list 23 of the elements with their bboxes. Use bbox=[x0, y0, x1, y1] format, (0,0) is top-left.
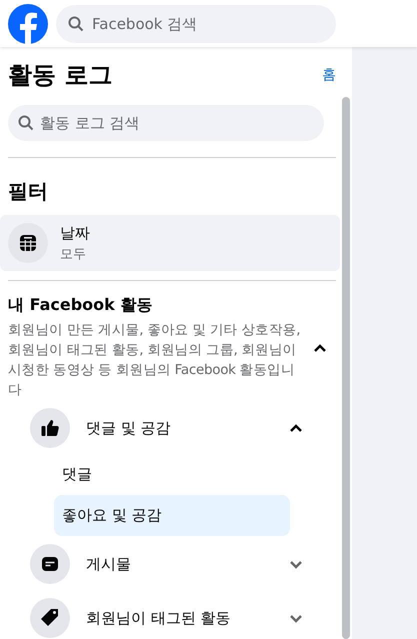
subcategory-item[interactable]: 좋아요 및 공감 bbox=[54, 495, 290, 536]
panel-title: 활동 로그 bbox=[8, 60, 112, 91]
home-link[interactable]: 홈 bbox=[322, 66, 336, 84]
search-icon bbox=[68, 16, 84, 32]
tag-icon bbox=[40, 608, 60, 628]
category-item[interactable]: 게시물 bbox=[0, 538, 340, 590]
calendar-icon bbox=[18, 233, 38, 253]
section-title: 필터 bbox=[7, 178, 49, 205]
subcategory-item[interactable]: 댓글 bbox=[54, 454, 290, 495]
post-icon bbox=[40, 554, 60, 574]
search-field[interactable]: Facebook 검색 bbox=[56, 4, 336, 42]
section-title: 내 Facebook 활동 bbox=[8, 295, 154, 316]
filter-value: 모두 bbox=[60, 246, 87, 262]
category-item[interactable]: 회원님이 태그된 활동 bbox=[0, 592, 340, 639]
scrollbar-thumb[interactable] bbox=[342, 97, 350, 639]
section-description: 회원님이 만든 게시물, 좋아요 및 기타 상호작용, 회원님이 태그된 활동, 회원님의 그룹, 회원님이 시청한 동영상 등 회원님의 Facebook 활동입니다 bbox=[8, 321, 302, 400]
search-field[interactable]: 활동 로그 검색 bbox=[8, 105, 324, 141]
logo-icon[interactable] bbox=[8, 4, 48, 44]
search-icon bbox=[18, 115, 34, 131]
category-item[interactable]: 댓글 및 공감 bbox=[0, 402, 340, 454]
thumbs-up-icon bbox=[40, 418, 60, 438]
filter-item[interactable]: 날짜 모두 bbox=[0, 215, 340, 271]
filter-label: 날짜 bbox=[60, 224, 90, 242]
